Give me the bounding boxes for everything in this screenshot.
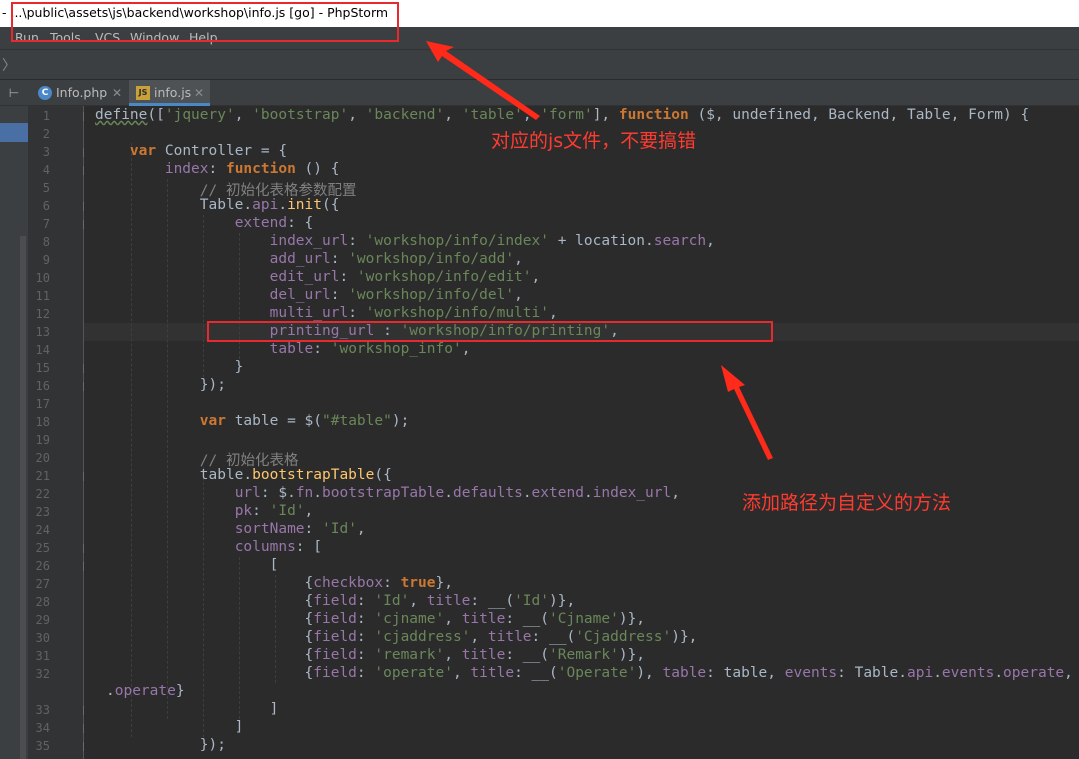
- code-line[interactable]: {field: 'remark', title: __('Remark')},: [95, 647, 646, 663]
- navigation-bar: 〉: [0, 49, 1079, 80]
- line-number: 23: [35, 505, 50, 519]
- line-number: 29: [35, 613, 50, 627]
- js-file-annotation: 对应的js文件，不要搞错: [491, 130, 697, 152]
- custom-path-annotation: 添加路径为自定义的方法: [742, 492, 952, 514]
- close-icon[interactable]: ✕: [112, 80, 122, 106]
- editor-tab-bar: ⊢ C Info.php ✕ JS info.js ✕: [0, 80, 1079, 106]
- line-number: 20: [35, 451, 50, 465]
- project-tool-window: [0, 106, 28, 759]
- line-number: 34: [35, 721, 50, 735]
- code-line[interactable]: table.bootstrapTable({: [95, 467, 392, 483]
- code-line[interactable]: {field: 'Id', title: __('Id')},: [95, 593, 576, 609]
- close-icon[interactable]: ✕: [194, 80, 204, 106]
- line-number: 17: [35, 397, 50, 411]
- line-number: 14: [35, 343, 50, 357]
- line-number: 35: [35, 739, 50, 753]
- panel-scrollbar[interactable]: [20, 236, 26, 759]
- code-line[interactable]: var Controller = {: [95, 143, 287, 159]
- code-highlight-box: [207, 321, 773, 342]
- code-line[interactable]: index: function () {: [95, 161, 340, 177]
- code-line[interactable]: });: [95, 377, 226, 393]
- code-line[interactable]: del_url: 'workshop/info/del',: [95, 287, 523, 303]
- line-number: 13: [35, 325, 50, 339]
- line-number: 28: [35, 595, 50, 609]
- code-line[interactable]: multi_url: 'workshop/info/multi',: [95, 305, 558, 321]
- line-number: 33: [35, 703, 50, 717]
- tab-label: Info.php: [56, 85, 108, 100]
- tab-info-php[interactable]: C Info.php ✕: [30, 80, 127, 106]
- code-line[interactable]: add_url: 'workshop/info/add',: [95, 251, 523, 267]
- code-line[interactable]: {field: 'cjaddress', title: __('Cjaddres…: [95, 629, 698, 645]
- code-line[interactable]: define(['jquery', 'bootstrap', 'backend'…: [95, 107, 1029, 123]
- code-line[interactable]: edit_url: 'workshop/info/edit',: [95, 269, 541, 285]
- code-line[interactable]: extend: {: [95, 215, 314, 231]
- line-number: 7: [42, 217, 50, 231]
- line-number: 25: [35, 541, 50, 555]
- code-line[interactable]: table: 'workshop_info',: [95, 341, 471, 357]
- code-line[interactable]: [: [95, 557, 279, 573]
- pin-tab-icon[interactable]: ⊢: [0, 80, 28, 106]
- code-line[interactable]: index_url: 'workshop/info/index' + locat…: [95, 233, 715, 249]
- line-number: 31: [35, 649, 50, 663]
- line-number: 4: [42, 163, 50, 177]
- selected-tree-row[interactable]: [0, 123, 28, 142]
- line-number: 19: [35, 433, 50, 447]
- code-line[interactable]: {field: 'operate', title: __('Operate'),…: [95, 665, 1079, 681]
- line-number: 9: [42, 253, 50, 267]
- code-line[interactable]: ]: [95, 701, 279, 717]
- line-number: 8: [42, 235, 50, 249]
- tab-info-js[interactable]: JS info.js ✕: [129, 80, 210, 106]
- line-number: 10: [35, 271, 50, 285]
- php-class-icon: C: [38, 86, 52, 100]
- line-number: 26: [35, 559, 50, 573]
- line-number: 11: [35, 289, 50, 303]
- code-line[interactable]: sortName: 'Id',: [95, 521, 366, 537]
- code-line[interactable]: url: $.fn.bootstrapTable.defaults.extend…: [95, 485, 680, 501]
- line-number: 24: [35, 523, 50, 537]
- js-file-icon: JS: [136, 86, 150, 100]
- code-line[interactable]: pk: 'Id',: [95, 503, 314, 519]
- line-number: 18: [35, 415, 50, 429]
- line-number: 1: [42, 109, 50, 123]
- code-line[interactable]: ]: [95, 719, 244, 735]
- code-line[interactable]: });: [95, 737, 226, 753]
- code-line[interactable]: {field: 'cjname', title: __('Cjname')},: [95, 611, 646, 627]
- tab-label: info.js: [154, 85, 192, 100]
- editor-gutter: 1 2 3 4 5 6 7 8 9 10 11 12 13 14 15 16 17 18 19 20 21 22 23 24 2…: [28, 106, 92, 759]
- code-line[interactable]: var table = $("#table");: [95, 413, 410, 429]
- line-number: 32: [35, 667, 50, 681]
- code-line[interactable]: columns: [: [95, 539, 322, 555]
- line-number: 5: [42, 181, 50, 195]
- line-number: 2: [42, 127, 50, 141]
- code-line[interactable]: .operate}: [106, 683, 185, 699]
- code-line[interactable]: Table.api.init({: [95, 197, 340, 213]
- line-number: 21: [35, 469, 50, 483]
- line-number: 15: [35, 361, 50, 375]
- line-number: 6: [42, 199, 50, 213]
- code-line[interactable]: {checkbox: true},: [95, 575, 453, 591]
- breadcrumb-arrow-icon[interactable]: 〉: [2, 55, 16, 75]
- code-editor[interactable]: define(['jquery', 'bootstrap', 'backend'…: [84, 106, 1079, 759]
- title-highlight-box: [11, 2, 399, 42]
- line-number: 12: [35, 307, 50, 321]
- line-number: 3: [42, 145, 50, 159]
- line-number: 16: [35, 379, 50, 393]
- line-number: 22: [35, 487, 50, 501]
- line-number: 30: [35, 631, 50, 645]
- code-line[interactable]: }: [95, 359, 244, 375]
- line-number: 27: [35, 577, 50, 591]
